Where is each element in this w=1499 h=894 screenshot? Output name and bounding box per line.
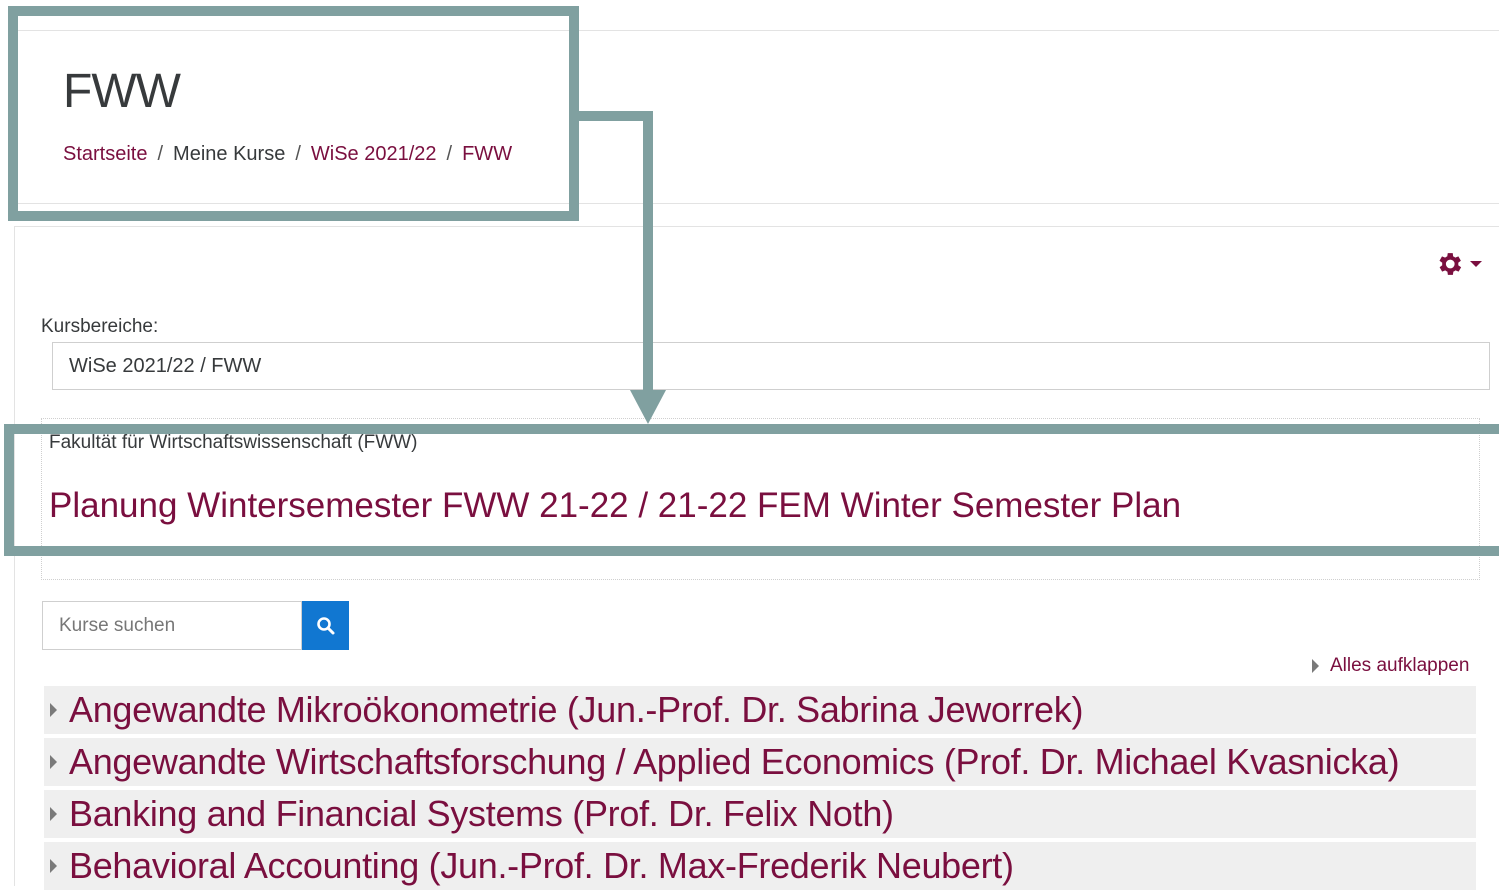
breadcrumb-separator: / — [295, 143, 301, 165]
expand-arrow-icon — [50, 807, 57, 821]
search-button[interactable] — [302, 601, 349, 650]
expand-arrow-icon — [50, 859, 57, 873]
breadcrumb-item-startseite[interactable]: Startseite — [63, 143, 147, 165]
search-icon — [316, 616, 334, 634]
course-item[interactable]: Angewandte Wirtschaftsforschung / Applie… — [44, 738, 1476, 786]
breadcrumb: Startseite / Meine Kurse / WiSe 2021/22 / FWW — [63, 143, 512, 166]
expand-arrow-icon — [1312, 659, 1319, 673]
expand-all-link[interactable]: Alles aufklappen — [1312, 655, 1469, 677]
breadcrumb-separator: / — [157, 143, 164, 165]
course-item[interactable]: Angewandte Mikroökonometrie (Jun.-Prof. … — [44, 686, 1476, 734]
breadcrumb-item-meine-kurse: Meine Kurse — [173, 143, 286, 165]
course-item[interactable]: Behavioral Accounting (Jun.-Prof. Dr. Ma… — [44, 842, 1476, 890]
expand-arrow-icon — [50, 703, 57, 717]
expand-all-label: Alles aufklappen — [1330, 655, 1470, 676]
planning-link[interactable]: Planung Wintersemester FWW 21-22 / 21-22… — [49, 486, 1181, 526]
settings-menu-button[interactable] — [1434, 248, 1494, 280]
gear-icon — [1439, 253, 1462, 275]
breadcrumb-separator: / — [446, 143, 453, 165]
course-search-input[interactable] — [42, 601, 302, 650]
course-category-label: Kursbereiche: — [41, 316, 159, 337]
page-title: FWW — [63, 65, 181, 118]
course-name[interactable]: Angewandte Wirtschaftsforschung / Applie… — [69, 741, 1400, 783]
page-header — [14, 30, 1499, 204]
course-category-select[interactable]: WiSe 2021/22 / FWW — [52, 342, 1490, 390]
course-list: Angewandte Mikroökonometrie (Jun.-Prof. … — [44, 686, 1476, 894]
breadcrumb-item-wise-2021-22[interactable]: WiSe 2021/22 — [311, 143, 437, 165]
caret-down-icon — [1470, 261, 1482, 267]
breadcrumb-item-fww[interactable]: FWW — [462, 143, 512, 165]
course-name[interactable]: Behavioral Accounting (Jun.-Prof. Dr. Ma… — [69, 845, 1014, 887]
expand-arrow-icon — [50, 755, 57, 769]
category-info-heading: Fakultät für Wirtschaftswissenschaft (FW… — [49, 432, 418, 453]
course-item[interactable]: Banking and Financial Systems (Prof. Dr.… — [44, 790, 1476, 838]
course-name[interactable]: Angewandte Mikroökonometrie (Jun.-Prof. … — [69, 689, 1083, 731]
course-name[interactable]: Banking and Financial Systems (Prof. Dr.… — [69, 793, 894, 835]
